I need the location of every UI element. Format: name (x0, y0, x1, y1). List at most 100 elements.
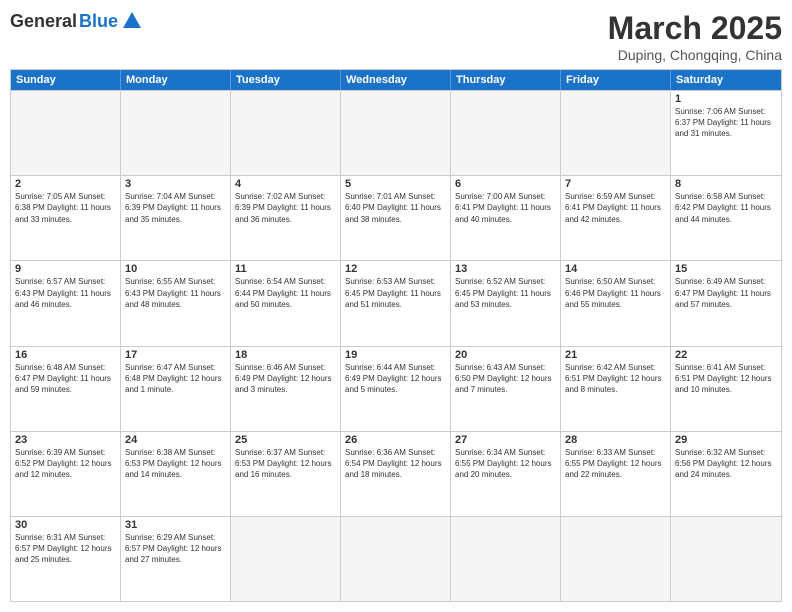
day-number: 14 (565, 263, 666, 275)
calendar-row-3: 16Sunrise: 6:48 AM Sunset: 6:47 PM Dayli… (11, 346, 781, 431)
day-info: Sunrise: 7:02 AM Sunset: 6:39 PM Dayligh… (235, 191, 336, 225)
calendar: SundayMondayTuesdayWednesdayThursdayFrid… (10, 69, 782, 602)
day-info: Sunrise: 6:41 AM Sunset: 6:51 PM Dayligh… (675, 362, 777, 396)
day-number: 13 (455, 263, 556, 275)
cal-cell-14: 14Sunrise: 6:50 AM Sunset: 6:46 PM Dayli… (561, 261, 671, 345)
day-info: Sunrise: 6:43 AM Sunset: 6:50 PM Dayligh… (455, 362, 556, 396)
day-info: Sunrise: 7:06 AM Sunset: 6:37 PM Dayligh… (675, 106, 777, 140)
cal-cell-22: 22Sunrise: 6:41 AM Sunset: 6:51 PM Dayli… (671, 347, 781, 431)
cal-cell-31: 31Sunrise: 6:29 AM Sunset: 6:57 PM Dayli… (121, 517, 231, 601)
cal-cell-16: 16Sunrise: 6:48 AM Sunset: 6:47 PM Dayli… (11, 347, 121, 431)
day-info: Sunrise: 6:44 AM Sunset: 6:49 PM Dayligh… (345, 362, 446, 396)
day-number: 31 (125, 519, 226, 531)
day-info: Sunrise: 6:46 AM Sunset: 6:49 PM Dayligh… (235, 362, 336, 396)
day-number: 8 (675, 178, 777, 190)
calendar-row-4: 23Sunrise: 6:39 AM Sunset: 6:52 PM Dayli… (11, 431, 781, 516)
day-info: Sunrise: 6:32 AM Sunset: 6:56 PM Dayligh… (675, 447, 777, 481)
day-number: 15 (675, 263, 777, 275)
day-info: Sunrise: 6:54 AM Sunset: 6:44 PM Dayligh… (235, 276, 336, 310)
day-number: 1 (675, 93, 777, 105)
day-info: Sunrise: 6:33 AM Sunset: 6:55 PM Dayligh… (565, 447, 666, 481)
cal-cell-3: 3Sunrise: 7:04 AM Sunset: 6:39 PM Daylig… (121, 176, 231, 260)
day-number: 24 (125, 434, 226, 446)
day-number: 5 (345, 178, 446, 190)
day-info: Sunrise: 6:58 AM Sunset: 6:42 PM Dayligh… (675, 191, 777, 225)
cal-cell-1: 1Sunrise: 7:06 AM Sunset: 6:37 PM Daylig… (671, 91, 781, 175)
day-info: Sunrise: 6:42 AM Sunset: 6:51 PM Dayligh… (565, 362, 666, 396)
logo-text-blue: Blue (79, 11, 118, 32)
day-info: Sunrise: 7:04 AM Sunset: 6:39 PM Dayligh… (125, 191, 226, 225)
day-info: Sunrise: 6:39 AM Sunset: 6:52 PM Dayligh… (15, 447, 116, 481)
cal-cell-25: 25Sunrise: 6:37 AM Sunset: 6:53 PM Dayli… (231, 432, 341, 516)
logo-icon (121, 10, 143, 32)
header-day-saturday: Saturday (671, 70, 781, 90)
cal-cell-19: 19Sunrise: 6:44 AM Sunset: 6:49 PM Dayli… (341, 347, 451, 431)
cal-cell-23: 23Sunrise: 6:39 AM Sunset: 6:52 PM Dayli… (11, 432, 121, 516)
day-info: Sunrise: 6:49 AM Sunset: 6:47 PM Dayligh… (675, 276, 777, 310)
cal-cell-empty-5-2 (231, 517, 341, 601)
cal-cell-15: 15Sunrise: 6:49 AM Sunset: 6:47 PM Dayli… (671, 261, 781, 345)
day-number: 18 (235, 349, 336, 361)
day-info: Sunrise: 6:38 AM Sunset: 6:53 PM Dayligh… (125, 447, 226, 481)
calendar-row-2: 9Sunrise: 6:57 AM Sunset: 6:43 PM Daylig… (11, 260, 781, 345)
calendar-row-1: 2Sunrise: 7:05 AM Sunset: 6:38 PM Daylig… (11, 175, 781, 260)
calendar-row-5: 30Sunrise: 6:31 AM Sunset: 6:57 PM Dayli… (11, 516, 781, 601)
cal-cell-empty-0-2 (231, 91, 341, 175)
cal-cell-18: 18Sunrise: 6:46 AM Sunset: 6:49 PM Dayli… (231, 347, 341, 431)
month-title: March 2025 (608, 10, 782, 47)
day-number: 7 (565, 178, 666, 190)
cal-cell-empty-5-3 (341, 517, 451, 601)
day-number: 20 (455, 349, 556, 361)
cal-cell-empty-0-4 (451, 91, 561, 175)
cal-cell-6: 6Sunrise: 7:00 AM Sunset: 6:41 PM Daylig… (451, 176, 561, 260)
cal-cell-empty-0-1 (121, 91, 231, 175)
day-number: 2 (15, 178, 116, 190)
day-info: Sunrise: 7:00 AM Sunset: 6:41 PM Dayligh… (455, 191, 556, 225)
day-info: Sunrise: 6:53 AM Sunset: 6:45 PM Dayligh… (345, 276, 446, 310)
cal-cell-26: 26Sunrise: 6:36 AM Sunset: 6:54 PM Dayli… (341, 432, 451, 516)
logo: General Blue (10, 10, 143, 32)
cal-cell-empty-5-4 (451, 517, 561, 601)
cal-cell-4: 4Sunrise: 7:02 AM Sunset: 6:39 PM Daylig… (231, 176, 341, 260)
day-number: 17 (125, 349, 226, 361)
cal-cell-empty-0-0 (11, 91, 121, 175)
cal-cell-10: 10Sunrise: 6:55 AM Sunset: 6:43 PM Dayli… (121, 261, 231, 345)
cal-cell-13: 13Sunrise: 6:52 AM Sunset: 6:45 PM Dayli… (451, 261, 561, 345)
day-number: 10 (125, 263, 226, 275)
day-number: 27 (455, 434, 556, 446)
day-info: Sunrise: 6:57 AM Sunset: 6:43 PM Dayligh… (15, 276, 116, 310)
logo-text-general: General (10, 11, 77, 32)
day-number: 3 (125, 178, 226, 190)
day-number: 9 (15, 263, 116, 275)
day-number: 4 (235, 178, 336, 190)
header-day-tuesday: Tuesday (231, 70, 341, 90)
cal-cell-12: 12Sunrise: 6:53 AM Sunset: 6:45 PM Dayli… (341, 261, 451, 345)
calendar-row-0: 1Sunrise: 7:06 AM Sunset: 6:37 PM Daylig… (11, 90, 781, 175)
page-header: General Blue March 2025 Duping, Chongqin… (10, 10, 782, 63)
cal-cell-2: 2Sunrise: 7:05 AM Sunset: 6:38 PM Daylig… (11, 176, 121, 260)
cal-cell-empty-0-3 (341, 91, 451, 175)
calendar-header: SundayMondayTuesdayWednesdayThursdayFrid… (11, 70, 781, 90)
day-number: 19 (345, 349, 446, 361)
cal-cell-5: 5Sunrise: 7:01 AM Sunset: 6:40 PM Daylig… (341, 176, 451, 260)
day-number: 23 (15, 434, 116, 446)
day-info: Sunrise: 6:34 AM Sunset: 6:55 PM Dayligh… (455, 447, 556, 481)
day-info: Sunrise: 6:50 AM Sunset: 6:46 PM Dayligh… (565, 276, 666, 310)
header-day-monday: Monday (121, 70, 231, 90)
day-number: 29 (675, 434, 777, 446)
day-number: 28 (565, 434, 666, 446)
cal-cell-21: 21Sunrise: 6:42 AM Sunset: 6:51 PM Dayli… (561, 347, 671, 431)
day-info: Sunrise: 6:55 AM Sunset: 6:43 PM Dayligh… (125, 276, 226, 310)
day-info: Sunrise: 6:47 AM Sunset: 6:48 PM Dayligh… (125, 362, 226, 396)
cal-cell-11: 11Sunrise: 6:54 AM Sunset: 6:44 PM Dayli… (231, 261, 341, 345)
day-info: Sunrise: 7:05 AM Sunset: 6:38 PM Dayligh… (15, 191, 116, 225)
cal-cell-empty-0-5 (561, 91, 671, 175)
cal-cell-8: 8Sunrise: 6:58 AM Sunset: 6:42 PM Daylig… (671, 176, 781, 260)
cal-cell-20: 20Sunrise: 6:43 AM Sunset: 6:50 PM Dayli… (451, 347, 561, 431)
day-number: 6 (455, 178, 556, 190)
cal-cell-9: 9Sunrise: 6:57 AM Sunset: 6:43 PM Daylig… (11, 261, 121, 345)
cal-cell-empty-5-5 (561, 517, 671, 601)
day-info: Sunrise: 6:59 AM Sunset: 6:41 PM Dayligh… (565, 191, 666, 225)
day-info: Sunrise: 6:37 AM Sunset: 6:53 PM Dayligh… (235, 447, 336, 481)
day-info: Sunrise: 6:52 AM Sunset: 6:45 PM Dayligh… (455, 276, 556, 310)
